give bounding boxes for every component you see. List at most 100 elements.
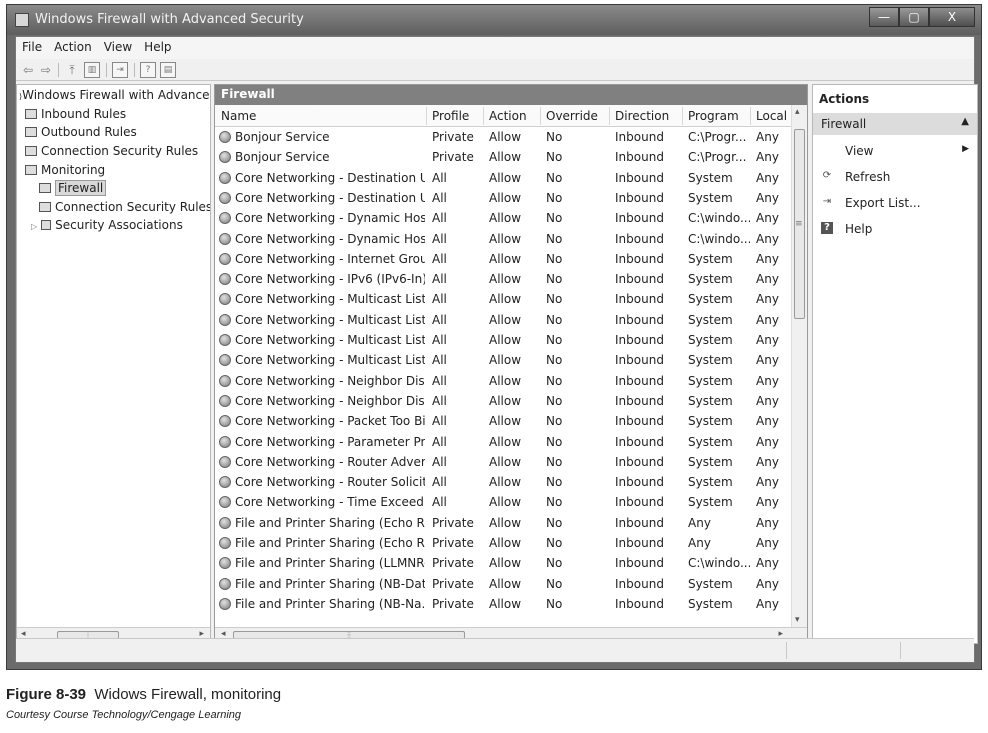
- table-row[interactable]: Core Networking - Router Solicit... All Al…: [215, 472, 791, 492]
- table-row[interactable]: Core Networking - Time Exceed... All Allow…: [215, 492, 791, 512]
- table-row[interactable]: File and Printer Sharing (NB-Dat... Priva…: [215, 574, 791, 594]
- cell-action: Allow: [489, 515, 522, 530]
- cell-override: No: [546, 515, 563, 530]
- rules-table: Bonjour Service Private Allow No Inbound C:\P…: [215, 127, 791, 627]
- allow-rule-icon: [219, 131, 231, 143]
- table-row[interactable]: File and Printer Sharing (Echo Re... Priv…: [215, 513, 791, 533]
- column-header-program[interactable]: Program: [688, 109, 739, 123]
- figure-title: Widows Firewall, monitoring: [94, 686, 282, 703]
- show-hide-action-pane-icon[interactable]: ▤: [160, 62, 176, 78]
- table-row[interactable]: Core Networking - Destination U... All All…: [215, 188, 791, 208]
- column-header-override[interactable]: Override: [546, 109, 598, 123]
- cell-direction: Inbound: [615, 211, 664, 226]
- action-export-list[interactable]: ⇥ Export List...: [813, 191, 977, 215]
- cell-program: System: [688, 576, 733, 591]
- tree-item-root[interactable]: ⟩Windows Firewall with Advanced: [19, 88, 210, 102]
- cell-name: Core Networking - Multicast List...: [235, 312, 425, 327]
- tree-item-outbound-rules[interactable]: Outbound Rules: [25, 125, 137, 139]
- cell-profile: All: [432, 475, 447, 490]
- tree-item-connection-security-rules[interactable]: Connection Security Rules: [25, 144, 198, 158]
- table-row[interactable]: Core Networking - Multicast List... All Al…: [215, 310, 791, 330]
- tree-item-monitoring[interactable]: Monitoring: [25, 163, 105, 177]
- table-row[interactable]: File and Printer Sharing (LLMNR-... Priva…: [215, 553, 791, 573]
- actions-section-firewall[interactable]: Firewall ▲: [813, 113, 977, 135]
- scroll-up-icon[interactable]: ▴: [795, 107, 800, 117]
- forward-arrow-icon[interactable]: ⇨: [38, 62, 54, 78]
- table-row[interactable]: Core Networking - Multicast List... All Al…: [215, 289, 791, 309]
- lock-icon: [41, 220, 52, 230]
- title-bar[interactable]: Windows Firewall with Advanced Security …: [7, 5, 981, 35]
- menu-file[interactable]: File: [16, 37, 48, 54]
- maximize-button[interactable]: ▢: [899, 7, 929, 27]
- cell-local: Any: [756, 515, 779, 530]
- collapse-up-icon[interactable]: ▲: [961, 116, 969, 127]
- column-header-profile[interactable]: Profile: [432, 109, 469, 123]
- tree-item-inbound-rules[interactable]: Inbound Rules: [25, 107, 126, 121]
- cell-override: No: [546, 556, 563, 571]
- cell-profile: All: [432, 190, 447, 205]
- cell-profile: All: [432, 170, 447, 185]
- back-arrow-icon[interactable]: ⇦: [20, 62, 36, 78]
- cell-name: Core Networking - Time Exceed...: [235, 495, 425, 510]
- cell-direction: Inbound: [615, 150, 664, 165]
- sort-indicator-icon: ⌃: [315, 102, 322, 111]
- table-row[interactable]: Core Networking - Router Adver... All Allo…: [215, 452, 791, 472]
- show-hide-console-tree-icon[interactable]: ▥: [84, 62, 100, 78]
- allow-rule-icon: [219, 293, 231, 306]
- console-tree: ⟩Windows Firewall with Advanced Inbound …: [16, 84, 211, 644]
- column-header-local[interactable]: Local: [756, 109, 787, 123]
- table-row[interactable]: Core Networking - Dynamic Hos... All Allow…: [215, 229, 791, 249]
- minimize-button[interactable]: —: [869, 7, 899, 27]
- table-row[interactable]: Core Networking - IPv6 (IPv6-In) All Allow…: [215, 269, 791, 289]
- cell-profile: All: [432, 373, 447, 388]
- cell-override: No: [546, 312, 563, 327]
- table-row[interactable]: Core Networking - Internet Grou... All All…: [215, 249, 791, 269]
- allow-rule-icon: [219, 334, 231, 346]
- app-icon: [15, 13, 29, 27]
- tree-item-security-associations[interactable]: ▷ Security Associations: [31, 218, 183, 232]
- cell-override: No: [546, 353, 563, 368]
- up-level-icon[interactable]: ⤒: [64, 62, 80, 78]
- scroll-down-icon[interactable]: ▾: [795, 615, 800, 625]
- close-button[interactable]: X: [929, 7, 975, 27]
- menu-view[interactable]: View: [98, 37, 138, 54]
- column-header-action[interactable]: Action: [489, 109, 527, 123]
- cell-local: Any: [756, 596, 779, 611]
- table-row[interactable]: Core Networking - Packet Too Bi... All All…: [215, 411, 791, 431]
- menu-action[interactable]: Action: [48, 37, 98, 54]
- column-header-row: Name ⌃ Profile Action Override Direction…: [215, 102, 791, 127]
- cell-program: C:\windo...: [688, 556, 750, 571]
- table-row[interactable]: Bonjour Service Private Allow No Inbound C:\P…: [215, 127, 791, 147]
- cell-action: Allow: [489, 211, 522, 226]
- table-row[interactable]: Core Networking - Multicast List... All Al…: [215, 350, 791, 370]
- table-row[interactable]: File and Printer Sharing (NB-Na... Privat…: [215, 594, 791, 614]
- tree-item-firewall[interactable]: Firewall: [39, 180, 107, 196]
- cell-program: System: [688, 272, 733, 287]
- cell-direction: Inbound: [615, 272, 664, 287]
- action-refresh[interactable]: ⟳ Refresh: [813, 165, 977, 189]
- tree-expander[interactable]: ▷: [31, 222, 37, 231]
- action-view[interactable]: View ▶: [813, 139, 977, 163]
- cell-local: Any: [756, 393, 779, 408]
- help-icon[interactable]: ?: [140, 62, 156, 78]
- table-row[interactable]: Core Networking - Destination U... All All…: [215, 168, 791, 188]
- table-row[interactable]: File and Printer Sharing (Echo Re... Priv…: [215, 533, 791, 553]
- menu-help[interactable]: Help: [138, 37, 177, 54]
- column-header-direction[interactable]: Direction: [615, 109, 669, 123]
- results-vertical-scrollbar[interactable]: ▴ ≡ ▾: [791, 105, 807, 627]
- refresh-icon: ⟳: [822, 170, 832, 181]
- tree-item-monitoring-connection-security-rules[interactable]: Connection Security Rules: [39, 200, 210, 214]
- table-row[interactable]: Core Networking - Neighbor Dis... All Allo…: [215, 371, 791, 391]
- table-row[interactable]: Core Networking - Neighbor Dis... All Allo…: [215, 391, 791, 411]
- table-row[interactable]: Core Networking - Multicast List... All Al…: [215, 330, 791, 350]
- table-row[interactable]: Core Networking - Dynamic Hos... All Allow…: [215, 208, 791, 228]
- table-row[interactable]: Bonjour Service Private Allow No Inbound C:\P…: [215, 147, 791, 167]
- action-help[interactable]: ? Help: [813, 217, 977, 241]
- cell-local: Any: [756, 211, 779, 226]
- table-row[interactable]: Core Networking - Parameter Pr... All Allo…: [215, 432, 791, 452]
- actions-pane: Actions Firewall ▲ View ▶ ⟳ Refresh ⇥ Ex…: [812, 84, 978, 644]
- column-header-name[interactable]: Name: [221, 109, 256, 123]
- export-list-icon[interactable]: ⇥: [112, 62, 128, 78]
- cell-override: No: [546, 272, 563, 287]
- allow-rule-icon: [219, 374, 231, 387]
